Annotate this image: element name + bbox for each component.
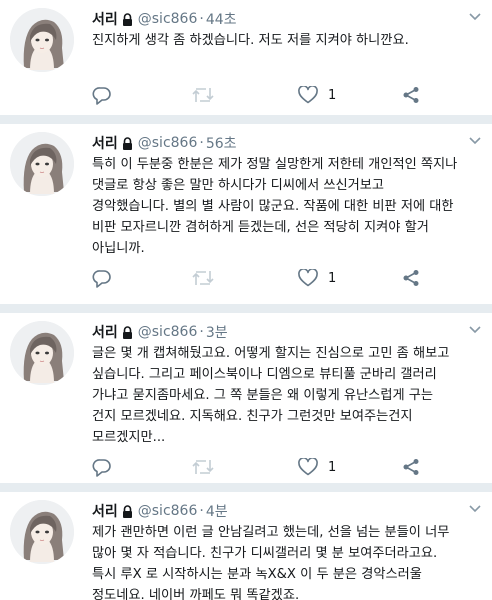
separator-dot: ·	[199, 324, 204, 340]
tweet-text-line: 모르겠지만...	[92, 430, 166, 445]
like-button[interactable]: 1	[298, 84, 336, 106]
display-name[interactable]: 서리	[92, 501, 118, 521]
separator-dot: ·	[199, 135, 204, 151]
tweet-text-line: 진지하게 생각 좀 하겠습니다. 저도 저를 지켜야 하니깐요.	[92, 33, 409, 48]
share-icon	[403, 270, 419, 286]
avatar-image	[10, 8, 74, 72]
avatar[interactable]	[10, 8, 74, 72]
lock-icon	[122, 504, 133, 518]
chevron-down-icon[interactable]	[468, 136, 482, 146]
avatar-image	[10, 321, 74, 385]
tweet-text-line: 건지 모르겠네요. 지독해요. 친구가 그런것만 보여주는건지	[92, 409, 413, 424]
share-icon	[403, 459, 419, 475]
tweet-text-line: 가냐고 묻지좀마세요. 그 쪽 분들은 왜 이렇게 유난스럽게 구는	[92, 388, 434, 403]
share-button[interactable]	[402, 84, 420, 106]
avatar[interactable]	[10, 321, 74, 385]
chevron-down-icon[interactable]	[468, 12, 482, 22]
retweet-icon	[192, 88, 214, 102]
user-handle[interactable]: @sic866	[138, 503, 198, 519]
tweet-actions: 1	[92, 267, 452, 289]
tweet-text: 진지하게 생각 좀 하겠습니다. 저도 저를 지켜야 하니깐요.	[92, 30, 482, 51]
like-count: 1	[328, 270, 337, 286]
separator-dot: ·	[199, 11, 204, 27]
tweet-text-line: 제가 괜만하면 이런 글 안남길려고 했는데, 선을 넘는 분들이 너무	[92, 525, 450, 540]
share-button[interactable]	[402, 456, 420, 478]
reply-button[interactable]	[92, 84, 112, 106]
lock-icon	[122, 12, 133, 26]
user-handle[interactable]: @sic866	[138, 11, 198, 27]
timestamp[interactable]: 56초	[206, 133, 237, 153]
like-count: 1	[328, 459, 337, 475]
user-handle[interactable]: @sic866	[138, 324, 198, 340]
like-count: 1	[328, 87, 337, 103]
tweet-text-line: 정도네요. 네이버 까페도 뭐 똑같겠죠.	[92, 588, 300, 600]
reply-icon	[92, 270, 111, 288]
divider	[0, 304, 492, 313]
avatar[interactable]	[10, 132, 74, 196]
heart-icon	[298, 86, 318, 104]
divider	[0, 115, 492, 124]
retweet-button[interactable]	[192, 456, 214, 478]
retweet-icon	[192, 460, 214, 474]
separator-dot: ·	[199, 503, 204, 519]
timestamp[interactable]: 4분	[206, 501, 228, 521]
tweet-text-line: 많아 몇 자 적습니다. 친구가 디씨갤러리 몇 분 보여주더라고요.	[92, 546, 438, 561]
avatar-image	[10, 132, 74, 196]
lock-icon	[122, 325, 133, 339]
tweet-text-line: 싶습니다. 그리고 페이스북이나 디엠으로 뷰티풀 군바리 갤러리	[92, 367, 437, 382]
retweet-button[interactable]	[192, 84, 214, 106]
user-handle[interactable]: @sic866	[138, 135, 198, 151]
tweet[interactable]: 서리 @sic866 · 4분 제가 괜만하면 이런 글 안남길려고 했는데, …	[0, 492, 492, 600]
tweet[interactable]: 서리 @sic866 · 44초 진지하게 생각 좀 하겠습니다. 저도 저를 …	[0, 0, 492, 115]
avatar[interactable]	[10, 500, 74, 564]
tweet-text: 제가 괜만하면 이런 글 안남길려고 했는데, 선을 넘는 분들이 너무 많아 …	[92, 522, 482, 600]
chevron-down-icon[interactable]	[468, 504, 482, 514]
heart-icon	[298, 458, 318, 476]
tweet-text-line: 경악했습니다. 별의 별 사람이 많군요. 작품에 대한 비판 저에 대한	[92, 199, 454, 214]
tweet-text-line: 댓글로 항상 좋은 말만 하시다가 디씨에서 쓰신거보고	[92, 178, 385, 193]
tweet-text-line: 특히 이 두분중 한분은 제가 정말 실망한게 저한테 개인적인 쪽지나	[92, 157, 458, 172]
like-button[interactable]: 1	[298, 267, 336, 289]
tweet-text-line: 아닙니까.	[92, 241, 145, 256]
tweet-actions: 1	[92, 456, 452, 478]
retweet-button[interactable]	[192, 267, 214, 289]
heart-icon	[298, 269, 318, 287]
chevron-down-icon[interactable]	[468, 325, 482, 335]
like-button[interactable]: 1	[298, 456, 336, 478]
tweet-text-line: 글은 몇 개 캡쳐해뒀고요. 어떻게 할지는 진심으로 고민 좀 해보고	[92, 346, 450, 361]
share-icon	[403, 87, 419, 103]
timestamp[interactable]: 44초	[206, 9, 237, 29]
display-name[interactable]: 서리	[92, 9, 118, 29]
tweet[interactable]: 서리 @sic866 · 3분 글은 몇 개 캡쳐해뒀고요. 어떻게 할지는 진…	[0, 313, 492, 483]
tweet-actions: 1	[92, 84, 452, 106]
lock-icon	[122, 136, 133, 150]
reply-icon	[92, 459, 111, 477]
retweet-icon	[192, 271, 214, 285]
tweet-text: 글은 몇 개 캡쳐해뒀고요. 어떻게 할지는 진심으로 고민 좀 해보고 싶습니…	[92, 343, 482, 448]
display-name[interactable]: 서리	[92, 322, 118, 342]
tweet[interactable]: 서리 @sic866 · 56초 특히 이 두분중 한분은 제가 정말 실망한게…	[0, 124, 492, 304]
share-button[interactable]	[402, 267, 420, 289]
reply-button[interactable]	[92, 267, 112, 289]
tweet-text: 특히 이 두분중 한분은 제가 정말 실망한게 저한테 개인적인 쪽지나 댓글로…	[92, 154, 482, 259]
avatar-image	[10, 500, 74, 564]
timestamp[interactable]: 3분	[206, 322, 228, 342]
display-name[interactable]: 서리	[92, 133, 118, 153]
reply-button[interactable]	[92, 456, 112, 478]
tweet-text-line: 비판 모자르니깐 겸허하게 듣겠는데, 선은 적당히 지켜야 할거	[92, 220, 429, 235]
divider	[0, 483, 492, 492]
reply-icon	[92, 87, 111, 105]
tweet-text-line: 특시 루X 로 시작하시는 분과 녹X&X 이 두 분은 경악스러울	[92, 567, 422, 582]
